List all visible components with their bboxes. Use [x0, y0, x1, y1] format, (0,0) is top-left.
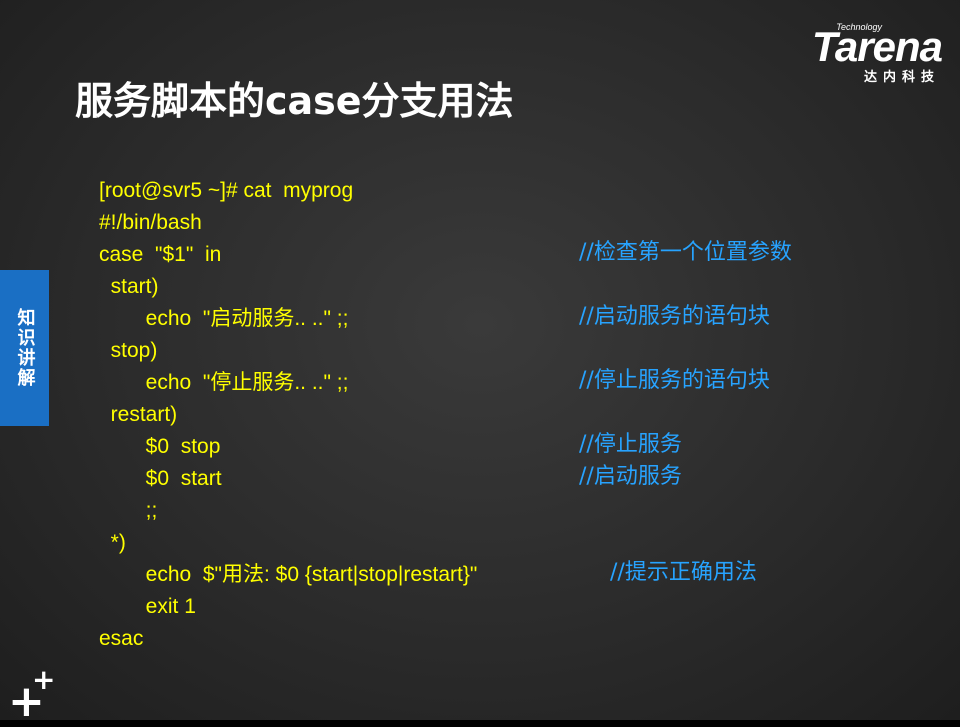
code-line: echo "停止服务.. .." ;;: [99, 371, 349, 394]
code-line: [root@svr5 ~]# cat myprog: [99, 179, 354, 202]
code-comment: //检查第一个位置参数: [579, 240, 792, 265]
logo-brand-text: Tarena: [811, 23, 943, 70]
code-line: exit 1: [99, 595, 196, 618]
side-tab-knowledge: 知识讲解: [0, 270, 49, 426]
code-line: *): [99, 531, 126, 554]
code-line: restart): [99, 403, 178, 426]
code-line: ;;: [99, 499, 158, 522]
code-comment: //启动服务: [579, 464, 682, 489]
code-line: #!/bin/bash: [99, 211, 202, 234]
code-comment: //提示正确用法: [610, 560, 757, 585]
code-line: echo $"用法: $0 {start|stop|restart}": [99, 563, 478, 586]
code-comment: //停止服务: [579, 432, 682, 457]
code-line: case "$1" in: [99, 243, 222, 266]
code-line: start): [99, 275, 159, 298]
tarena-logo: Technology Tarena 达内科技: [772, 22, 943, 85]
code-line: echo "启动服务.. .." ;;: [99, 307, 349, 330]
code-line: stop): [99, 339, 158, 362]
slide: 服务脚本的case分支用法 Technology Tarena 达内科技 知识讲…: [0, 0, 960, 727]
code-comment: //启动服务的语句块: [579, 304, 770, 329]
plus-logo-icon: + +: [8, 663, 56, 727]
slide-title: 服务脚本的case分支用法: [75, 79, 514, 123]
code-comment: //停止服务的语句块: [579, 368, 770, 393]
code-line: $0 stop: [99, 435, 221, 458]
code-line: $0 start: [99, 467, 222, 490]
side-tab-label: 知识讲解: [14, 308, 36, 388]
code-line: esac: [99, 627, 144, 650]
logo-chinese-text: 达内科技: [863, 70, 940, 85]
